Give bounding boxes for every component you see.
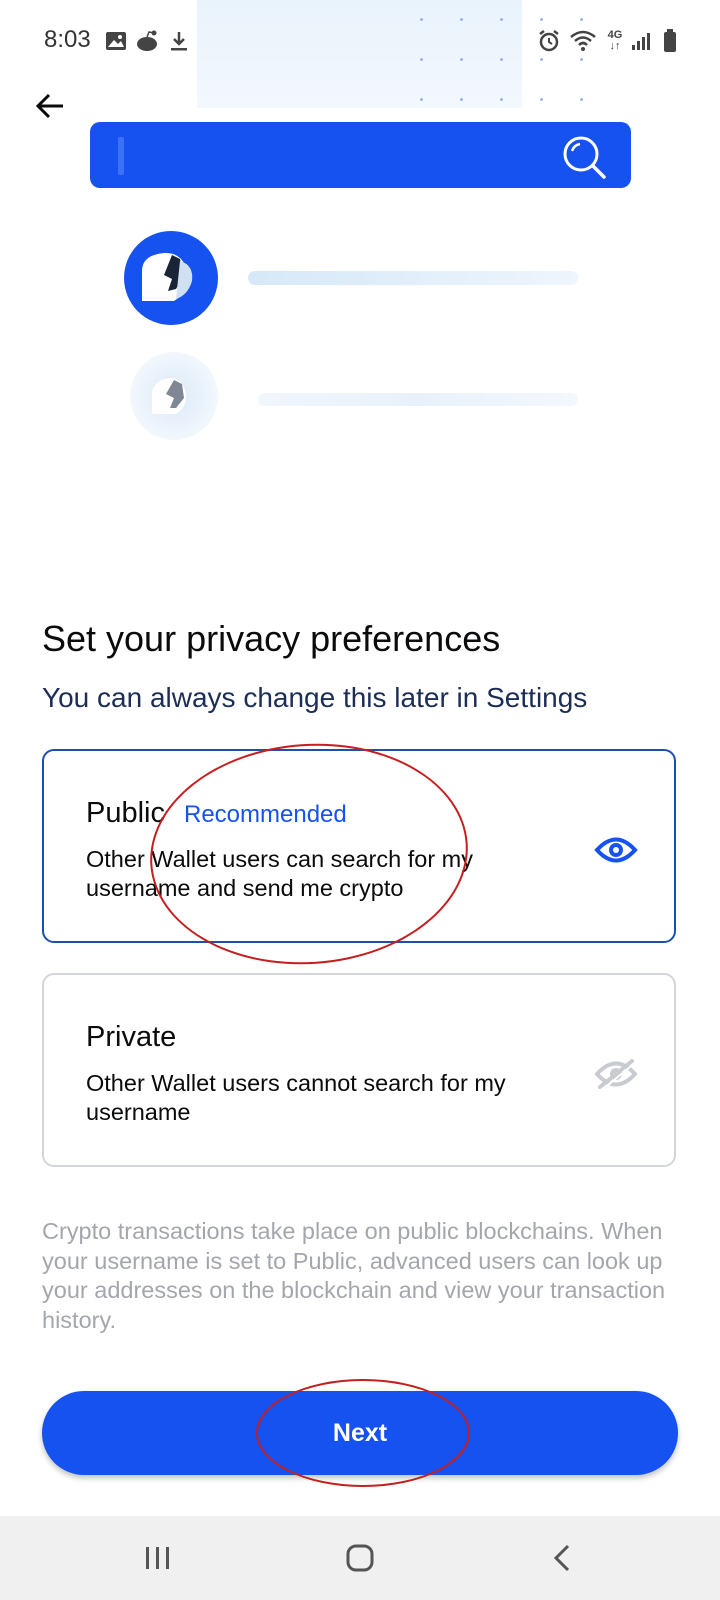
back-button[interactable] xyxy=(30,86,70,126)
reddit-icon xyxy=(134,28,160,54)
eye-icon xyxy=(594,835,638,865)
home-icon xyxy=(346,1544,374,1572)
private-option-description: Other Wallet users cannot search for my … xyxy=(86,1070,506,1125)
illustration-search-bar xyxy=(90,122,631,188)
magnifier-icon xyxy=(560,133,608,181)
privacy-disclaimer: Crypto transactions take place on public… xyxy=(42,1218,666,1333)
search-caret xyxy=(118,137,124,175)
illustration-text-line-faded xyxy=(258,393,578,406)
image-icon xyxy=(104,28,128,54)
dot-grid xyxy=(420,18,610,104)
status-time: 8:03 xyxy=(44,26,91,53)
download-icon xyxy=(168,28,190,54)
back-chevron-icon xyxy=(553,1544,570,1572)
home-button[interactable] xyxy=(330,1530,390,1586)
battery-icon xyxy=(660,28,680,54)
public-option-label: Public xyxy=(86,797,165,829)
illustration-avatar xyxy=(124,231,218,325)
system-back-button[interactable] xyxy=(532,1530,592,1586)
recent-apps-button[interactable] xyxy=(128,1530,188,1586)
arrow-left-icon xyxy=(35,93,63,119)
eye-off-icon xyxy=(594,1059,638,1090)
illustration-text-line xyxy=(248,271,578,285)
page-subtitle: You can always change this later in Sett… xyxy=(42,682,588,713)
recent-apps-icon xyxy=(146,1547,169,1569)
annotation-ellipse-next xyxy=(256,1379,470,1487)
private-option-card[interactable]: Private Other Wallet users cannot search… xyxy=(42,973,676,1167)
private-option-label: Private xyxy=(86,1021,177,1053)
signal-icon xyxy=(630,28,652,54)
page-title: Set your privacy preferences xyxy=(42,618,501,659)
illustration-avatar-faded xyxy=(130,352,218,440)
